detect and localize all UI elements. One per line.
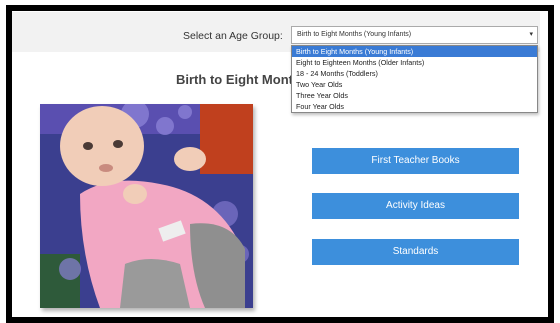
age-option-two-year-olds[interactable]: Two Year Olds <box>292 79 537 90</box>
standards-button[interactable]: Standards <box>312 239 519 265</box>
age-group-dropdown-list: Birth to Eight Months (Young Infants) Ei… <box>291 45 538 113</box>
page-title: Birth to Eight Mont <box>176 72 293 87</box>
baby-photo <box>40 104 253 308</box>
age-group-selected-value: Birth to Eight Months (Young Infants) <box>297 31 412 38</box>
first-teacher-books-button[interactable]: First Teacher Books <box>312 148 519 174</box>
chevron-down-icon: ▾ <box>529 31 533 38</box>
age-group-label: Select an Age Group: <box>183 30 283 42</box>
age-option-toddlers[interactable]: 18 - 24 Months (Toddlers) <box>292 68 537 79</box>
age-option-older-infants[interactable]: Eight to Eighteen Months (Older Infants) <box>292 57 537 68</box>
age-group-select[interactable]: Birth to Eight Months (Young Infants) ▾ <box>291 26 538 44</box>
age-option-four-year-olds[interactable]: Four Year Olds <box>292 101 537 112</box>
activity-ideas-button[interactable]: Activity Ideas <box>312 193 519 219</box>
age-option-three-year-olds[interactable]: Three Year Olds <box>292 90 537 101</box>
age-option-young-infants[interactable]: Birth to Eight Months (Young Infants) <box>292 46 537 57</box>
